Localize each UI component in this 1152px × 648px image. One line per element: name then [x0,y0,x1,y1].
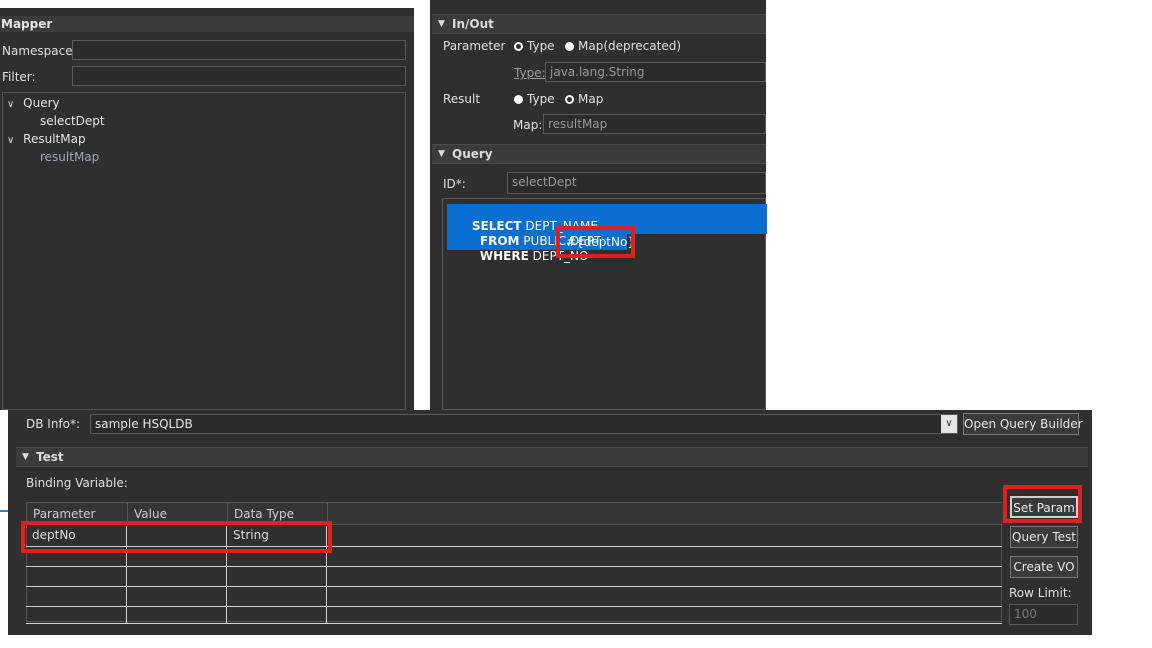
id-label: ID*: [443,177,466,191]
cell-empty[interactable] [227,603,327,623]
highlight-binding-row [21,521,332,553]
editor-panel: ▼ In/Out Parameter Type Map(deprecated) … [430,0,767,410]
tree-node-resultmap-label: ResultMap [23,132,86,146]
filter-label: Filter: [2,70,36,84]
test-title: Test [36,450,64,464]
type-link[interactable]: Type: [514,66,546,80]
query-test-button[interactable]: Query Test [1010,526,1078,548]
dbinfo-label: DB Info*: [26,417,81,431]
param-radio-map[interactable]: Map(deprecated) [565,39,681,53]
result-radio-map-label: Map [578,92,604,106]
param-radio-map-label: Map(deprecated) [578,39,682,53]
tree-node-selectdept[interactable]: selectDept [40,114,105,128]
query-section-header[interactable]: ▼ Query [432,144,766,164]
chevron-down-icon: ∨ [7,99,15,110]
param-radio-type[interactable]: Type [514,39,555,53]
namespace-input[interactable] [72,40,406,60]
radio-unselected-icon [514,42,523,51]
param-radio-type-label: Type [527,39,555,53]
cell-empty[interactable] [26,603,127,623]
radio-unselected-icon [565,95,574,104]
mapper-tree: ∨ Query selectDept ∨ ResultMap resultMap [2,92,406,410]
cell-empty[interactable] [127,603,227,623]
result-radio-type[interactable]: Type [514,92,555,106]
parameter-label: Parameter [443,39,506,53]
id-input[interactable]: selectDept [507,172,766,194]
collapse-triangle-icon: ▼ [438,149,445,159]
type-input[interactable]: java.lang.String [545,62,766,82]
create-vo-button[interactable]: Create VO [1010,556,1078,578]
cell-empty[interactable] [26,566,127,586]
collapse-triangle-icon: ▼ [22,452,29,462]
row-limit-label: Row Limit: [1009,586,1072,600]
cell-empty[interactable] [227,566,327,586]
table-row[interactable] [26,566,1002,587]
mapper-panel: Mapper Namespace: Filter: ∨ Query select… [0,8,414,410]
namespace-label: Namespace: [2,44,77,58]
row-limit-input[interactable]: 100 [1009,604,1078,625]
map-label: Map: [513,118,543,132]
radio-selected-icon [565,42,574,51]
chevron-down-icon: ∨ [7,135,15,146]
collapse-triangle-icon: ▼ [438,19,445,29]
tree-node-resultmap[interactable]: ∨ ResultMap [7,132,86,146]
inout-title: In/Out [452,17,494,31]
result-label: Result [443,92,481,106]
inout-section-header[interactable]: ▼ In/Out [432,14,766,34]
highlight-param-token [556,226,635,258]
highlight-set-param [1003,485,1082,523]
query-title: Query [452,147,493,161]
table-row[interactable] [26,603,1002,624]
dbinfo-select[interactable]: sample HSQLDB ∨ [90,414,958,434]
result-radio-type-label: Type [527,92,555,106]
chevron-down-icon: ∨ [941,415,957,433]
open-query-builder-button[interactable]: Open Query Builder [963,413,1083,435]
tree-node-query[interactable]: ∨ Query [7,96,60,110]
tree-node-resultmap-child[interactable]: resultMap [40,150,99,164]
test-section-header[interactable]: ▼ Test [16,447,1088,467]
map-input[interactable]: resultMap [543,114,766,134]
window-edge [0,510,8,512]
dbinfo-value: sample HSQLDB [95,417,193,431]
mapper-title: Mapper [0,16,414,32]
binding-variable-label: Binding Variable: [26,476,128,490]
radio-selected-icon [514,95,523,104]
sql-keyword: WHERE [479,249,529,263]
tree-node-query-label: Query [23,96,60,110]
filter-input[interactable] [72,66,406,86]
result-radio-map[interactable]: Map [565,92,603,106]
cell-empty[interactable] [127,566,227,586]
